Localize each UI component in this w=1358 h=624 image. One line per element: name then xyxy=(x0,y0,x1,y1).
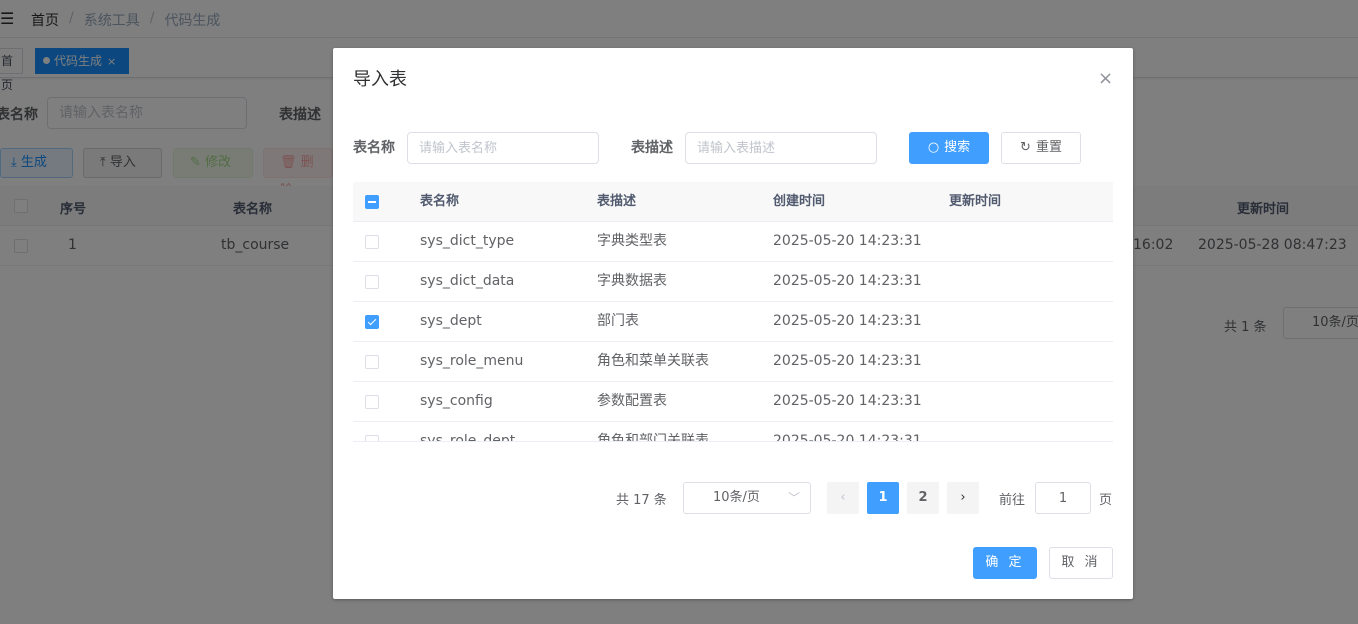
page-2-button[interactable]: 2 xyxy=(907,482,939,514)
cell-create-time: 2025-05-20 14:23:31 xyxy=(773,353,922,369)
page-1-button[interactable]: 1 xyxy=(867,482,899,514)
reset-button[interactable]: ↻ 重置 xyxy=(1001,132,1081,164)
table-name-label: 表名称 xyxy=(353,140,395,156)
row-checkbox[interactable] xyxy=(365,235,379,249)
prev-page-button[interactable]: ‹ xyxy=(827,482,859,514)
cell-create-time: 2025-05-20 14:23:31 xyxy=(773,273,922,289)
cell-name: sys_dept xyxy=(420,313,482,329)
select-all-checkbox[interactable] xyxy=(365,195,379,209)
search-button[interactable]: ○ 搜索 xyxy=(909,132,989,164)
table-row[interactable]: sys_config 参数配置表 2025-05-20 14:23:31 xyxy=(353,382,1113,422)
pager-total: 共 17 条 xyxy=(616,493,667,508)
confirm-button[interactable]: 确 定 xyxy=(973,547,1037,579)
row-checkbox[interactable] xyxy=(365,275,379,289)
search-label: 搜索 xyxy=(944,140,971,155)
refresh-icon: ↻ xyxy=(1020,140,1031,155)
table-row[interactable]: sys_dict_type 字典类型表 2025-05-20 14:23:31 xyxy=(353,222,1113,262)
row-checkbox[interactable] xyxy=(365,315,379,329)
cell-desc: 部门表 xyxy=(597,313,639,329)
table-desc-input[interactable] xyxy=(685,132,877,164)
import-table: 表名称 表描述 创建时间 更新时间 sys_dict_type 字典类型表 20… xyxy=(353,182,1113,442)
dialog-title: 导入表 xyxy=(353,69,407,90)
chevron-right-icon: › xyxy=(960,490,966,505)
goto-unit: 页 xyxy=(1099,493,1113,508)
cell-desc: 字典类型表 xyxy=(597,233,667,249)
close-icon[interactable]: × xyxy=(1098,68,1113,90)
table-name-input[interactable] xyxy=(407,132,599,164)
goto-label: 前往 xyxy=(999,493,1026,508)
cell-name: sys_dict_type xyxy=(420,233,515,249)
header-create-time: 创建时间 xyxy=(773,194,826,209)
cell-desc: 角色和部门关联表 xyxy=(597,433,709,442)
cell-create-time: 2025-05-20 14:23:31 xyxy=(773,233,922,249)
reset-label: 重置 xyxy=(1035,140,1062,155)
table-row[interactable]: sys_role_menu 角色和菜单关联表 2025-05-20 14:23:… xyxy=(353,342,1113,382)
cell-name: sys_role_dept xyxy=(420,433,516,442)
table-bottom-border xyxy=(353,441,1113,442)
table-header: 表名称 表描述 创建时间 更新时间 xyxy=(353,182,1113,222)
cell-name: sys_role_menu xyxy=(420,353,524,369)
row-checkbox[interactable] xyxy=(365,355,379,369)
cell-create-time: 2025-05-20 14:23:31 xyxy=(773,313,922,329)
table-row[interactable]: sys_role_dept 角色和部门关联表 2025-05-20 14:23:… xyxy=(353,422,1113,442)
chevron-left-icon: ‹ xyxy=(840,490,846,505)
cell-name: sys_config xyxy=(420,393,493,409)
table-row[interactable]: sys_dict_data 字典数据表 2025-05-20 14:23:31 xyxy=(353,262,1113,302)
cell-name: sys_dict_data xyxy=(420,273,515,289)
next-page-button[interactable]: › xyxy=(947,482,979,514)
search-icon: ○ xyxy=(927,140,940,155)
chevron-down-icon: ﹀ xyxy=(787,491,800,505)
cell-create-time: 2025-05-20 14:23:31 xyxy=(773,433,922,442)
cell-create-time: 2025-05-20 14:23:31 xyxy=(773,393,922,409)
import-table-dialog: 导入表 × 表名称 表描述 ○ 搜索 ↻ 重置 表名称 表描述 创建时间 更新时间 … xyxy=(333,48,1133,599)
row-checkbox[interactable] xyxy=(365,395,379,409)
page-size-select[interactable]: 10条/页 ﹀ xyxy=(683,482,811,514)
header-update-time: 更新时间 xyxy=(949,194,1002,209)
cell-desc: 字典数据表 xyxy=(597,273,667,289)
table-desc-label: 表描述 xyxy=(631,140,673,156)
cancel-button[interactable]: 取 消 xyxy=(1049,547,1113,579)
table-row[interactable]: sys_dept 部门表 2025-05-20 14:23:31 xyxy=(353,302,1113,342)
header-name: 表名称 xyxy=(420,194,460,209)
page-size-value: 10条/页 xyxy=(713,490,760,505)
cell-desc: 参数配置表 xyxy=(597,393,667,409)
header-desc: 表描述 xyxy=(597,194,637,209)
cell-desc: 角色和菜单关联表 xyxy=(597,353,709,369)
goto-page-input[interactable] xyxy=(1035,482,1091,514)
